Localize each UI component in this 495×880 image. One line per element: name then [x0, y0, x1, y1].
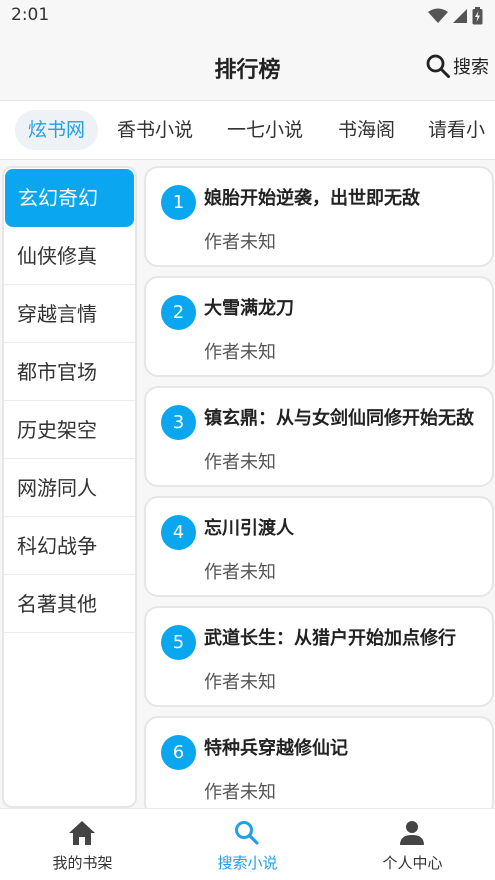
page-title: 排行榜: [214, 58, 281, 83]
book-card[interactable]: 4 忘川引渡人 作者未知: [144, 496, 494, 597]
book-card[interactable]: 6 特种兵穿越修仙记 作者未知: [144, 716, 494, 808]
nav-bookshelf[interactable]: 我的书架: [0, 809, 165, 880]
book-author: 作者未知: [204, 672, 276, 693]
rank-badge: 2: [161, 295, 196, 330]
book-card[interactable]: 2 大雪满龙刀 作者未知: [144, 276, 494, 377]
rank-badge: 6: [161, 735, 196, 770]
tab-xuanshu[interactable]: 炫书网: [15, 110, 99, 150]
battery-icon: [472, 7, 483, 25]
book-title: 忘川引渡人: [204, 518, 294, 539]
book-card[interactable]: 5 武道长生：从猎户开始加点修行 作者未知: [144, 606, 494, 707]
bottom-nav: 我的书架 搜索小说 个人中心: [0, 808, 495, 880]
book-title: 镇玄鼎：从与女剑仙同修开始无敌: [204, 408, 474, 429]
category-mingzhu[interactable]: 名著其他: [4, 575, 135, 633]
tab-qingkan[interactable]: 请看小: [415, 110, 495, 150]
category-kehuan[interactable]: 科幻战争: [4, 517, 135, 575]
nav-search-novel[interactable]: 搜索小说: [165, 809, 330, 880]
status-bar: 2:01: [0, 0, 495, 34]
rank-badge: 1: [161, 185, 196, 220]
book-card[interactable]: 1 娘胎开始逆袭，出世即无敌 作者未知: [144, 166, 494, 267]
person-icon: [400, 821, 424, 845]
header: 排行榜 搜索: [0, 34, 495, 100]
nav-label: 搜索小说: [217, 854, 278, 872]
category-wangyou[interactable]: 网游同人: [4, 459, 135, 517]
rank-badge: 4: [161, 515, 196, 550]
rank-badge: 3: [161, 405, 196, 440]
signal-icon: [453, 9, 467, 23]
status-icons: [428, 7, 483, 25]
nav-label: 个人中心: [382, 854, 443, 872]
category-list: 玄幻奇幻 仙侠修真 穿越言情 都市官场 历史架空 网游同人 科幻战争 名著其他: [2, 166, 137, 808]
category-chuanyue[interactable]: 穿越言情: [4, 285, 135, 343]
book-author: 作者未知: [204, 452, 276, 473]
search-label: 搜索: [453, 57, 489, 78]
book-list: 1 娘胎开始逆袭，出世即无敌 作者未知 2 大雪满龙刀 作者未知 3 镇玄鼎：从…: [143, 166, 495, 808]
category-dushi[interactable]: 都市官场: [4, 343, 135, 401]
search-icon: [235, 821, 259, 845]
tab-xiangshu[interactable]: 香书小说: [104, 110, 206, 150]
book-author: 作者未知: [204, 232, 276, 253]
book-title: 娘胎开始逆袭，出世即无敌: [204, 188, 420, 209]
book-author: 作者未知: [204, 342, 276, 363]
category-lishi[interactable]: 历史架空: [4, 401, 135, 459]
category-xianxia[interactable]: 仙侠修真: [4, 227, 135, 285]
wifi-icon: [428, 8, 448, 23]
search-button[interactable]: 搜索: [425, 53, 489, 79]
status-time: 2:01: [11, 5, 50, 25]
tab-shuhaige[interactable]: 书海阁: [325, 110, 408, 150]
home-icon: [69, 821, 95, 845]
category-xuanhuan[interactable]: 玄幻奇幻: [5, 169, 134, 227]
book-author: 作者未知: [204, 782, 276, 803]
book-card[interactable]: 3 镇玄鼎：从与女剑仙同修开始无敌 作者未知: [144, 386, 494, 487]
nav-profile[interactable]: 个人中心: [330, 809, 495, 880]
search-icon: [426, 54, 450, 78]
book-author: 作者未知: [204, 562, 276, 583]
rank-badge: 5: [161, 625, 196, 660]
book-title: 特种兵穿越修仙记: [204, 738, 348, 759]
source-tabs: 炫书网 香书小说 一七小说 书海阁 请看小: [0, 100, 495, 160]
book-title: 大雪满龙刀: [204, 298, 294, 319]
book-title: 武道长生：从猎户开始加点修行: [204, 628, 456, 649]
nav-label: 我的书架: [52, 854, 113, 872]
tab-yiqi[interactable]: 一七小说: [214, 110, 316, 150]
